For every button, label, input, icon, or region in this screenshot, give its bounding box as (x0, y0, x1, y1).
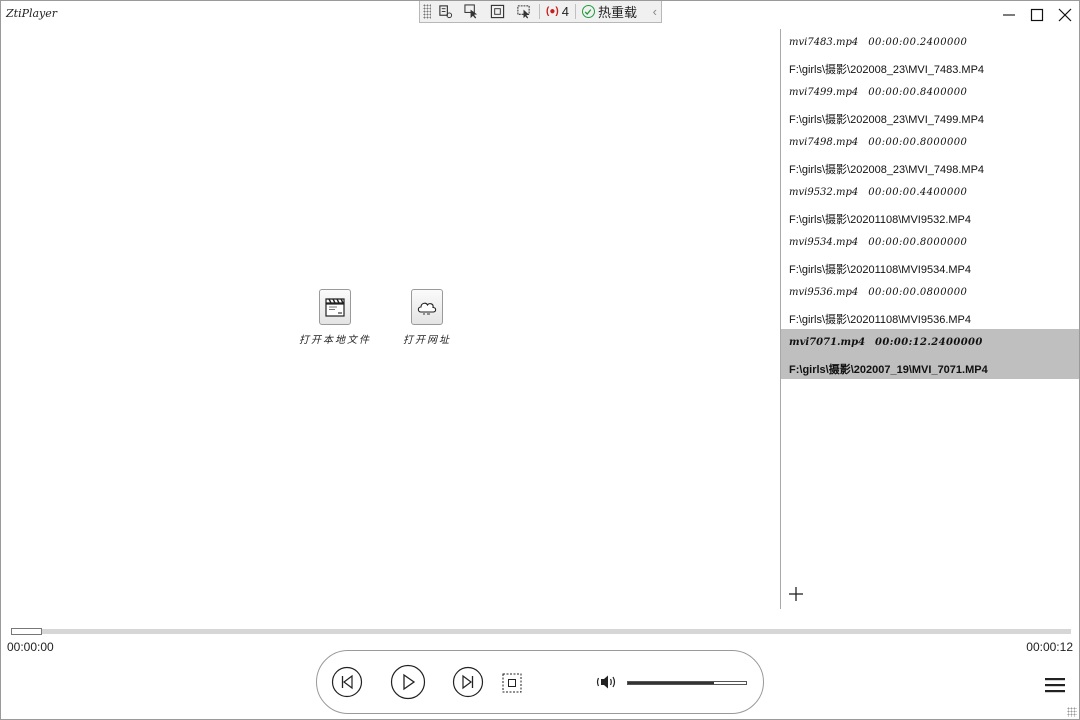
open-local-file[interactable]: 打开本地文件 (299, 289, 371, 346)
maximize-icon (1030, 8, 1044, 22)
total-time: 00:00:12 (1026, 640, 1073, 654)
player-window: ZtiPlayer (●) 4 热重载 ‹ 打开本地文件 打开网址 mvi748… (0, 0, 1080, 720)
live-tree-icon (438, 5, 452, 19)
check-circle-icon (581, 5, 595, 18)
open-url-label: 打开网址 (403, 335, 451, 346)
volume-icon (596, 675, 616, 689)
playlist-list: mvi7483.mp4 00:00:00.2400000 F:\girls\摄影\2… (781, 29, 1079, 379)
open-url-button[interactable] (411, 289, 443, 325)
seek-bar[interactable] (11, 628, 1071, 635)
playlist-item-filename: mvi7071.mp4 (789, 337, 866, 348)
toolbar-separator (539, 4, 540, 19)
playlist-item-title: mvi9536.mp4 00:00:00.0800000 (789, 287, 967, 298)
volume-level (628, 682, 715, 684)
playlist-item-title: mvi7498.mp4 00:00:00.8000000 (789, 137, 967, 148)
toolbar-grip[interactable] (423, 4, 431, 19)
plus-icon (789, 587, 803, 601)
clapperboard-icon (325, 298, 345, 317)
playback-controls (316, 650, 764, 714)
playlist-item-filename: mvi7483.mp4 (789, 37, 859, 48)
window-controls (995, 1, 1079, 29)
playlist-item-filename: mvi9532.mp4 (789, 187, 859, 198)
playlist-item[interactable]: mvi9532.mp4 00:00:00.4400000 F:\girls\摄影\2… (781, 179, 1079, 229)
playlist-item-duration: 00:00:00.8000000 (868, 237, 968, 248)
playlist-item[interactable]: mvi7499.mp4 00:00:00.8400000 F:\girls\摄影\2… (781, 79, 1079, 129)
layout-adorners-button[interactable] (485, 2, 509, 21)
playlist-item-path: F:\girls\摄影\202008_23\MVI_7499.MP4 (789, 114, 985, 126)
select-element-button[interactable] (459, 2, 483, 21)
menu-button[interactable] (1045, 677, 1065, 693)
playlist-item[interactable]: mvi9534.mp4 00:00:00.8000000 F:\girls\摄影\2… (781, 229, 1079, 279)
playlist-item-title: mvi7499.mp4 00:00:00.8400000 (789, 87, 967, 98)
stop-button[interactable] (501, 672, 523, 694)
hot-reload-status[interactable]: 热重载 (580, 2, 639, 21)
playlist-item-duration: 00:00:00.2400000 (868, 37, 968, 48)
playlist-item-title: mvi7071.mp4 00:00:12.2400000 (789, 337, 983, 348)
playlist-item-filename: mvi9536.mp4 (789, 287, 859, 298)
minimize-button[interactable] (995, 1, 1023, 29)
playlist-item-path: F:\girls\摄影\20201108\MVI9532.MP4 (789, 214, 971, 226)
play-button[interactable] (390, 664, 426, 700)
record-icon: (●) (546, 6, 559, 17)
seek-thumb[interactable] (11, 628, 42, 635)
volume-slider[interactable] (627, 681, 747, 685)
cloud-icon (417, 302, 437, 315)
playlist-item-title: mvi9534.mp4 00:00:00.8000000 (789, 237, 967, 248)
playlist-item[interactable]: mvi7483.mp4 00:00:00.2400000 F:\girls\摄影\2… (781, 29, 1079, 79)
playlist-item-duration: 00:00:00.8400000 (868, 87, 968, 98)
playlist-item-path: F:\girls\摄影\202008_23\MVI_7498.MP4 (789, 164, 985, 176)
playlist-item-duration: 00:00:00.0800000 (868, 287, 968, 298)
add-to-playlist-button[interactable] (787, 585, 805, 603)
playlist-item-duration: 00:00:00.4400000 (868, 187, 968, 198)
next-button[interactable] (452, 666, 484, 698)
cursor-select-icon (463, 4, 477, 19)
open-local-file-label: 打开本地文件 (299, 335, 371, 346)
playlist-item-path: F:\girls\摄影\20201108\MVI9534.MP4 (789, 264, 971, 276)
open-url[interactable]: 打开网址 (403, 289, 451, 346)
skip-next-icon (452, 666, 484, 698)
playlist-item[interactable]: mvi7071.mp4 00:00:12.2400000 F:\girls\摄影\2… (781, 329, 1079, 379)
resize-grip[interactable] (1067, 707, 1077, 717)
hamburger-menu-icon (1045, 678, 1065, 693)
maximize-button[interactable] (1023, 1, 1051, 29)
volume-button[interactable] (595, 673, 619, 691)
binding-failures-counter[interactable]: (●) 4 (544, 4, 571, 19)
minimize-icon (1003, 14, 1015, 16)
open-local-file-button[interactable] (319, 289, 351, 325)
stop-icon (502, 673, 522, 693)
playlist-item[interactable]: mvi9536.mp4 00:00:00.0800000 F:\girls\摄影\2… (781, 279, 1079, 329)
binding-failures-count: 4 (561, 4, 569, 19)
collapse-toolbar-icon[interactable]: ‹ (653, 4, 657, 19)
close-icon (1058, 8, 1072, 22)
playlist-item-path: F:\girls\摄影\202008_23\MVI_7483.MP4 (789, 64, 985, 76)
play-icon (390, 664, 426, 700)
toolbar-separator (574, 4, 576, 19)
hot-reload-label: 热重载 (597, 5, 637, 20)
playlist-item-filename: mvi7498.mp4 (789, 137, 859, 148)
track-focus-icon (516, 5, 530, 19)
debug-toolbar: (●) 4 热重载 ‹ (419, 1, 662, 23)
playlist-item-path: F:\girls\摄影\202007_19\MVI_7071.MP4 (789, 364, 988, 376)
playlist-panel: mvi7483.mp4 00:00:00.2400000 F:\girls\摄影\2… (780, 29, 1079, 609)
playlist-item[interactable]: mvi7498.mp4 00:00:00.8000000 F:\girls\摄影\2… (781, 129, 1079, 179)
playlist-item-path: F:\girls\摄影\20201108\MVI9536.MP4 (789, 314, 971, 326)
current-time: 00:00:00 (7, 640, 54, 654)
live-tree-button[interactable] (433, 2, 457, 21)
track-focus-button[interactable] (511, 2, 535, 21)
playlist-item-title: mvi9532.mp4 00:00:00.4400000 (789, 187, 967, 198)
app-title: ZtiPlayer (6, 7, 58, 20)
playlist-item-filename: mvi9534.mp4 (789, 237, 859, 248)
skip-previous-icon (331, 666, 363, 698)
playlist-item-duration: 00:00:00.8000000 (868, 137, 968, 148)
previous-button[interactable] (331, 666, 363, 698)
adorner-icon (490, 4, 504, 19)
close-button[interactable] (1051, 1, 1079, 29)
playlist-item-title: mvi7483.mp4 00:00:00.2400000 (789, 37, 967, 48)
playlist-item-duration: 00:00:12.2400000 (875, 337, 983, 348)
playlist-item-filename: mvi7499.mp4 (789, 87, 859, 98)
